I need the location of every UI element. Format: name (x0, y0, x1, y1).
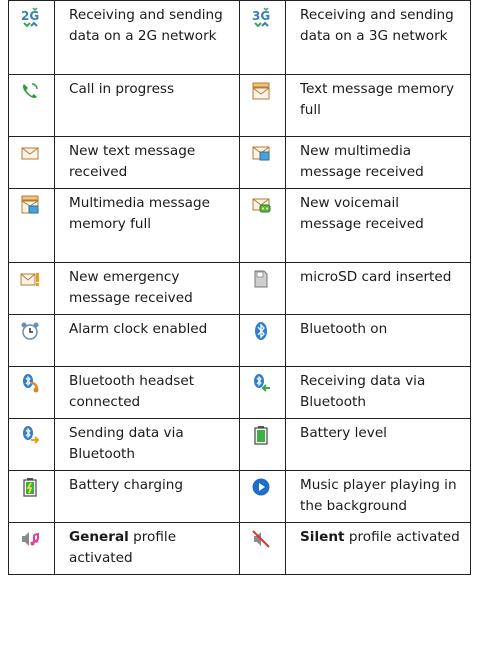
bluetooth-send-icon (20, 425, 40, 445)
bluetooth-headset-icon (20, 373, 40, 393)
description: New emergency message received (54, 262, 240, 315)
status-icon-table: 2G Receiving and sending data on a 2G ne… (8, 0, 471, 575)
table-row: Multimedia message memory full New voice… (8, 188, 471, 263)
3g-data-icon: 3G (251, 7, 271, 27)
profile-name: Silent (300, 529, 345, 545)
description: Multimedia message memory full (54, 188, 240, 263)
profile-name: General (69, 529, 129, 545)
silent-profile-icon (251, 529, 271, 549)
new-voicemail-icon (251, 195, 271, 215)
emergency-message-icon (20, 269, 40, 289)
table-row: 2G Receiving and sending data on a 2G ne… (8, 0, 471, 75)
multimedia-memory-full-icon (20, 195, 40, 215)
description: microSD card inserted (285, 262, 471, 315)
general-profile-icon (20, 529, 40, 549)
2g-data-icon: 2G (20, 7, 40, 27)
table-row: Alarm clock enabled Bluetooth on (8, 314, 471, 367)
description: Receiving and sending data on a 2G netwo… (54, 0, 240, 75)
bluetooth-icon (251, 321, 271, 341)
table-row: New text message received New multimedia… (8, 136, 471, 189)
svg-text:3G: 3G (252, 9, 270, 23)
svg-text:2G: 2G (21, 9, 39, 23)
description: Silent profile activated (285, 522, 471, 575)
call-in-progress-icon (20, 81, 40, 101)
description: Call in progress (54, 74, 240, 137)
description-rest: profile activated (344, 529, 460, 545)
battery-charging-icon (20, 477, 40, 497)
description: Battery charging (54, 470, 240, 523)
description: New multimedia message received (285, 136, 471, 189)
description: New text message received (54, 136, 240, 189)
description: Text message memory full (285, 74, 471, 137)
new-text-message-icon (20, 143, 40, 163)
microsd-card-icon (251, 269, 271, 289)
table-row: Sending data via Bluetooth Battery level (8, 418, 471, 471)
description: Receiving data via Bluetooth (285, 366, 471, 419)
music-playing-icon (251, 477, 271, 497)
table-row: Call in progress Text message memory ful… (8, 74, 471, 137)
table-row: Bluetooth headset connected Receiving da… (8, 366, 471, 419)
text-memory-full-icon (251, 81, 271, 101)
description: Sending data via Bluetooth (54, 418, 240, 471)
new-multimedia-message-icon (251, 143, 271, 163)
table-row: General profile activated Silent profile… (8, 522, 471, 575)
alarm-clock-icon (20, 321, 40, 341)
description: General profile activated (54, 522, 240, 575)
description: Bluetooth headset connected (54, 366, 240, 419)
description: Alarm clock enabled (54, 314, 240, 367)
table-row: New emergency message received microSD c… (8, 262, 471, 315)
description: Receiving and sending data on a 3G netwo… (285, 0, 471, 75)
table-row: Battery charging Music player playing in… (8, 470, 471, 523)
description: Battery level (285, 418, 471, 471)
description: Bluetooth on (285, 314, 471, 367)
description: New voicemail message received (285, 188, 471, 263)
bluetooth-receive-icon (251, 373, 271, 393)
battery-level-icon (251, 425, 271, 445)
description: Music player playing in the background (285, 470, 471, 523)
